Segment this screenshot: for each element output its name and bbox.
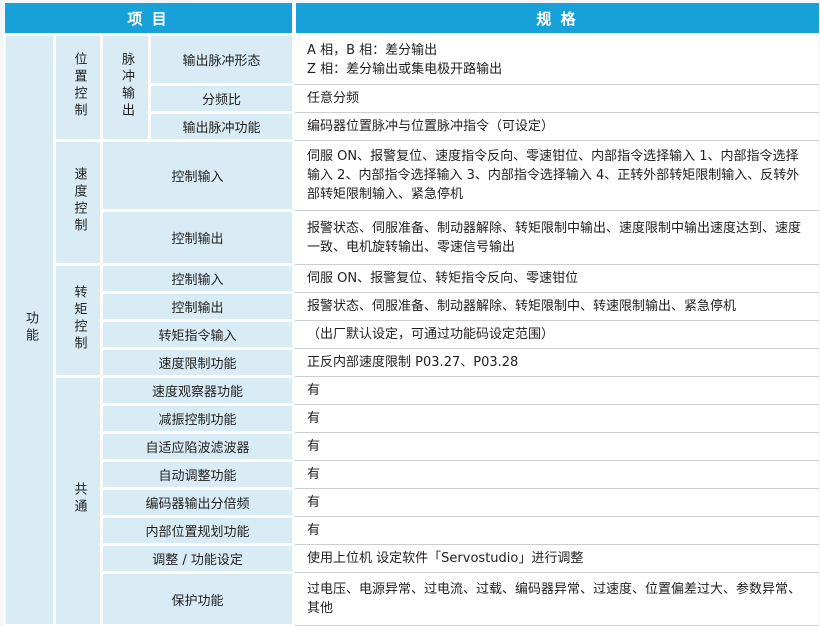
spec-cell-speed-control-output: 报警状态、伺服准备、制动器解除、转矩限制中输出、速度限制中输出速度达到、速度一致… — [294, 211, 819, 265]
row-label-torque-control-output: 控制输出 — [102, 293, 294, 321]
spec-cell-adjustment-function-setting: 使用上位机 设定软件「Servostudio」进行调整 — [294, 545, 819, 573]
spec-cell-torque-control-output: 报警状态、伺服准备、制动器解除、转矩限制中、转速限制输出、紧急停机 — [294, 293, 819, 321]
table-row: 控制输出 报警状态、伺服准备、制动器解除、转矩限制中、转速限制输出、紧急停机 — [5, 293, 819, 321]
table-header-row: 项 目 规 格 — [5, 3, 819, 35]
table-row: 控制输出 报警状态、伺服准备、制动器解除、转矩限制中输出、速度限制中输出速度达到… — [5, 211, 819, 265]
table-row: 调整 / 功能设定 使用上位机 设定软件「Servostudio」进行调整 — [5, 545, 819, 573]
spec-cell-frequency-division-ratio: 任意分频 — [294, 85, 819, 113]
spec-cell-adaptive-notch-filter: 有 — [294, 433, 819, 461]
group-label-speed-control: 速度控制 — [71, 167, 86, 235]
table-row: 功能 位置控制 脉冲输出 输出脉冲形态 A 相，B 相：差分输出 Z 相：差分输… — [5, 35, 819, 85]
row-label-encoder-output-division: 编码器输出分倍频 — [102, 489, 294, 517]
row-label-torque-command-input: 转矩指令输入 — [102, 321, 294, 349]
table-row: 自动调整功能 有 — [5, 461, 819, 489]
group-cell-torque-control: 转矩控制 — [55, 265, 102, 377]
row-label-output-pulse-function: 输出脉冲功能 — [150, 113, 294, 141]
spec-cell-vibration-suppression-function: 有 — [294, 405, 819, 433]
row-label-torque-control-input: 控制输入 — [102, 265, 294, 293]
spec-cell-torque-control-input: 伺服 ON、报警复位、转矩指令反向、零速钳位 — [294, 265, 819, 293]
table-row: 编码器输出分倍频 有 — [5, 489, 819, 517]
group-label-torque-control: 转矩控制 — [71, 285, 86, 353]
row-label-speed-control-output: 控制输出 — [102, 211, 294, 265]
spec-cell-speed-observer-function: 有 — [294, 377, 819, 405]
row-label-internal-position-planning: 内部位置规划功能 — [102, 517, 294, 545]
group-label-common: 共通 — [71, 482, 86, 516]
spec-cell-internal-position-planning: 有 — [294, 517, 819, 545]
group-label-pulse-output: 脉冲输出 — [118, 52, 133, 120]
spec-cell-output-pulse-form: A 相，B 相：差分输出 Z 相：差分输出或集电极开路输出 — [294, 35, 819, 85]
row-label-frequency-division-ratio: 分频比 — [150, 85, 294, 113]
row-label-speed-observer-function: 速度观察器功能 — [102, 377, 294, 405]
table-row: 保护功能 过电压、电源异常、过电流、过载、编码器异常、过速度、位置偏差过大、参数… — [5, 573, 819, 626]
group-cell-function: 功能 — [5, 35, 55, 626]
table-row: 内部位置规划功能 有 — [5, 517, 819, 545]
group-cell-pulse-output: 脉冲输出 — [102, 35, 150, 141]
row-label-adaptive-notch-filter: 自适应陷波滤波器 — [102, 433, 294, 461]
spec-cell-protection-function: 过电压、电源异常、过电流、过载、编码器异常、过速度、位置偏差过大、参数异常、其他 — [294, 573, 819, 626]
spec-cell-auto-tuning-function: 有 — [294, 461, 819, 489]
row-label-auto-tuning-function: 自动调整功能 — [102, 461, 294, 489]
servo-function-spec-table: 项 目 规 格 功能 位置控制 脉冲输出 输出脉冲形态 A 相，B 相：差分输出… — [3, 3, 819, 626]
row-label-vibration-suppression-function: 减振控制功能 — [102, 405, 294, 433]
spec-cell-torque-command-input: （出厂默认设定，可通过功能码设定范围） — [294, 321, 819, 349]
group-label-function: 功能 — [22, 311, 37, 345]
row-label-output-pulse-form: 输出脉冲形态 — [150, 35, 294, 85]
group-cell-common: 共通 — [55, 377, 102, 626]
table-row: 自适应陷波滤波器 有 — [5, 433, 819, 461]
spec-cell-encoder-output-division: 有 — [294, 489, 819, 517]
group-cell-speed-control: 速度控制 — [55, 141, 102, 265]
table-row: 转矩控制 控制输入 伺服 ON、报警复位、转矩指令反向、零速钳位 — [5, 265, 819, 293]
table-row: 速度控制 控制输入 伺服 ON、报警复位、速度指令反向、零速钳位、内部指令选择输… — [5, 141, 819, 211]
table-row: 速度限制功能 正反内部速度限制 P03.27、P03.28 — [5, 349, 819, 377]
column-header-item: 项 目 — [5, 3, 294, 35]
spec-cell-output-pulse-function: 编码器位置脉冲与位置脉冲指令（可设定） — [294, 113, 819, 141]
table-row: 转矩指令输入 （出厂默认设定，可通过功能码设定范围） — [5, 321, 819, 349]
row-label-adjustment-function-setting: 调整 / 功能设定 — [102, 545, 294, 573]
spec-cell-speed-limit-function: 正反内部速度限制 P03.27、P03.28 — [294, 349, 819, 377]
row-label-protection-function: 保护功能 — [102, 573, 294, 626]
table-row: 减振控制功能 有 — [5, 405, 819, 433]
table-row: 共通 速度观察器功能 有 — [5, 377, 819, 405]
group-label-position-control: 位置控制 — [71, 52, 86, 120]
row-label-speed-limit-function: 速度限制功能 — [102, 349, 294, 377]
group-cell-position-control: 位置控制 — [55, 35, 102, 141]
row-label-speed-control-input: 控制输入 — [102, 141, 294, 211]
spec-cell-speed-control-input: 伺服 ON、报警复位、速度指令反向、零速钳位、内部指令选择输入 1、内部指令选择… — [294, 141, 819, 211]
column-header-spec: 规 格 — [294, 3, 819, 35]
